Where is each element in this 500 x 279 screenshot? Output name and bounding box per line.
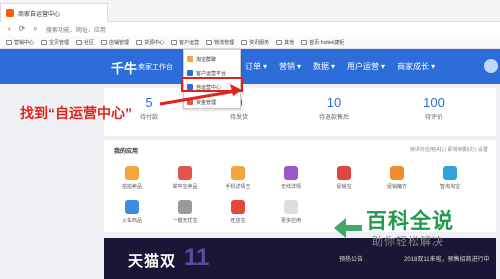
watermark-subtitle: 助你轻松解决 — [372, 236, 444, 248]
watermark-logo-icon — [334, 218, 362, 238]
watermark-title: 百科全说 — [366, 210, 454, 233]
